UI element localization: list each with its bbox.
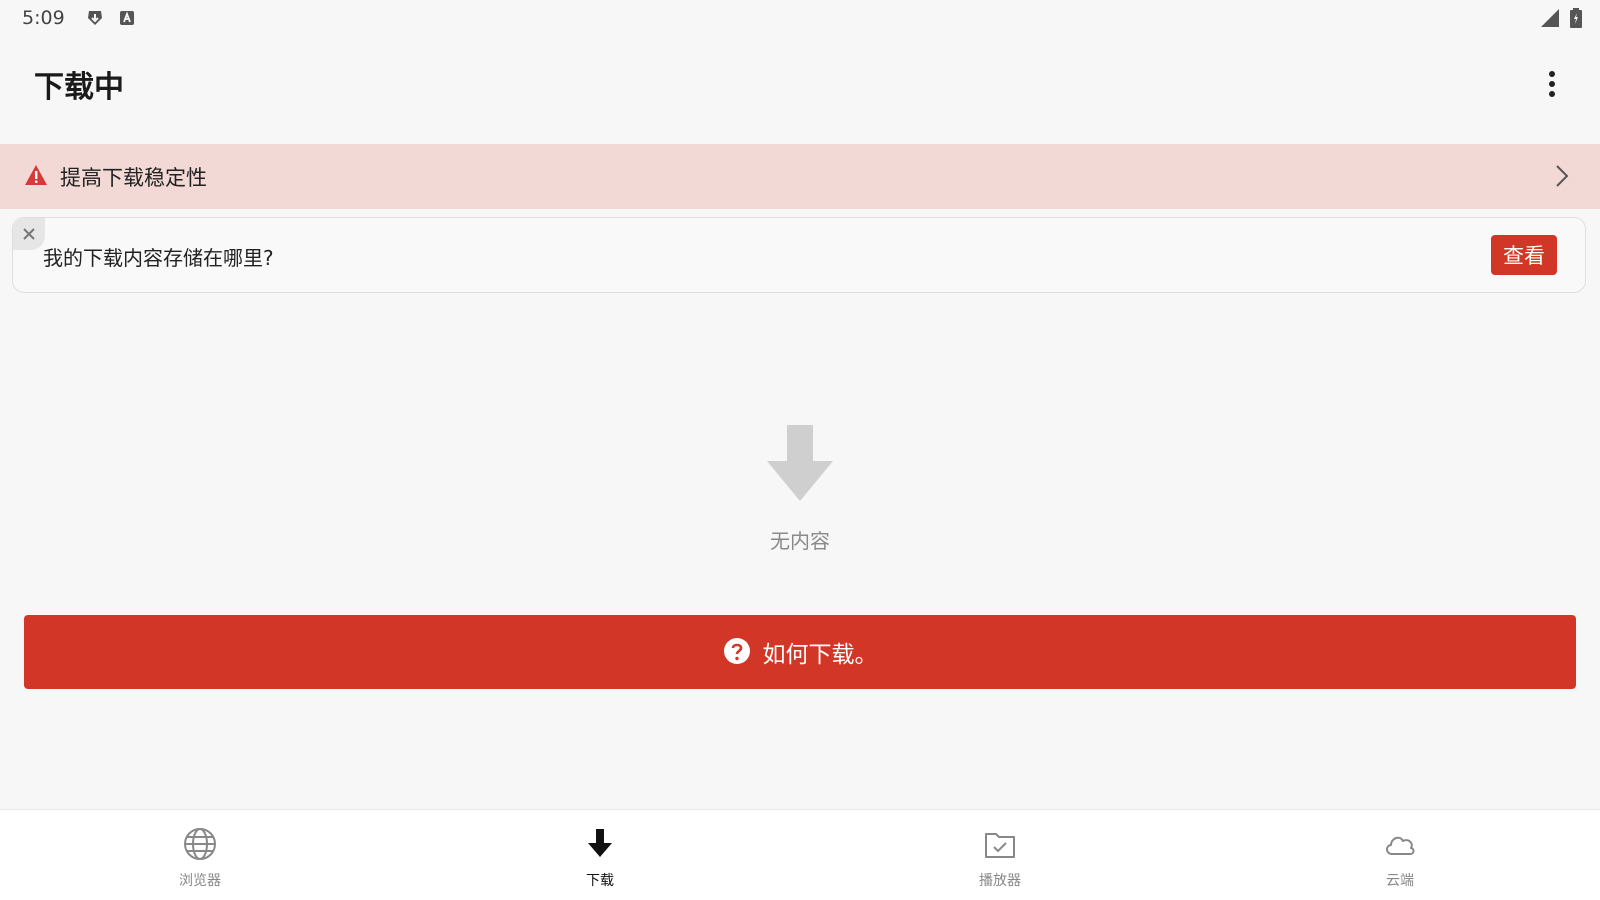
battery-icon	[1570, 8, 1582, 32]
nav-label-cloud: 云端	[1386, 873, 1414, 889]
help-circle-icon	[723, 637, 751, 668]
status-bar: 5:09	[0, 0, 1600, 36]
warning-icon	[24, 164, 48, 190]
nav-label-player: 播放器	[979, 873, 1021, 889]
nav-label-download: 下载	[586, 873, 614, 889]
storage-info-card: 我的下载内容存储在哪里? 查看	[12, 217, 1586, 293]
view-button[interactable]: 查看	[1491, 235, 1557, 275]
empty-state-text: 无内容	[770, 529, 830, 553]
cloud-icon	[1382, 826, 1418, 866]
signal-icon	[1540, 8, 1560, 32]
warning-banner-text: 提高下载稳定性	[60, 165, 207, 190]
nav-item-download[interactable]: 下载	[400, 810, 800, 900]
globe-icon	[182, 826, 218, 866]
nav-label-browser: 浏览器	[179, 873, 221, 889]
more-vert-icon[interactable]	[1532, 64, 1572, 104]
close-icon[interactable]	[13, 218, 45, 250]
storage-info-text: 我的下载内容存储在哪里?	[43, 246, 274, 270]
bottom-nav: 浏览器 下载 播放器 云端	[0, 809, 1600, 900]
download-arrow-icon	[767, 425, 833, 505]
nav-item-player[interactable]: 播放器	[800, 810, 1200, 900]
empty-state: 无内容	[700, 425, 900, 560]
stability-warning-banner[interactable]: 提高下载稳定性	[0, 144, 1600, 209]
how-to-download-button[interactable]: 如何下载。	[24, 615, 1576, 689]
nav-item-browser[interactable]: 浏览器	[0, 810, 400, 900]
status-time: 5:09	[22, 7, 65, 29]
status-right-icons	[1540, 8, 1582, 32]
folder-check-icon	[982, 826, 1018, 866]
page-title: 下载中	[34, 70, 124, 105]
keyboard-a-icon	[117, 8, 137, 28]
download-icon	[582, 826, 618, 866]
nav-item-cloud[interactable]: 云端	[1200, 810, 1600, 900]
how-to-download-label: 如何下载。	[762, 641, 878, 667]
app-bar: 下载中	[0, 48, 1600, 120]
chevron-right-icon	[1554, 162, 1570, 194]
download-badge-icon	[85, 8, 105, 28]
